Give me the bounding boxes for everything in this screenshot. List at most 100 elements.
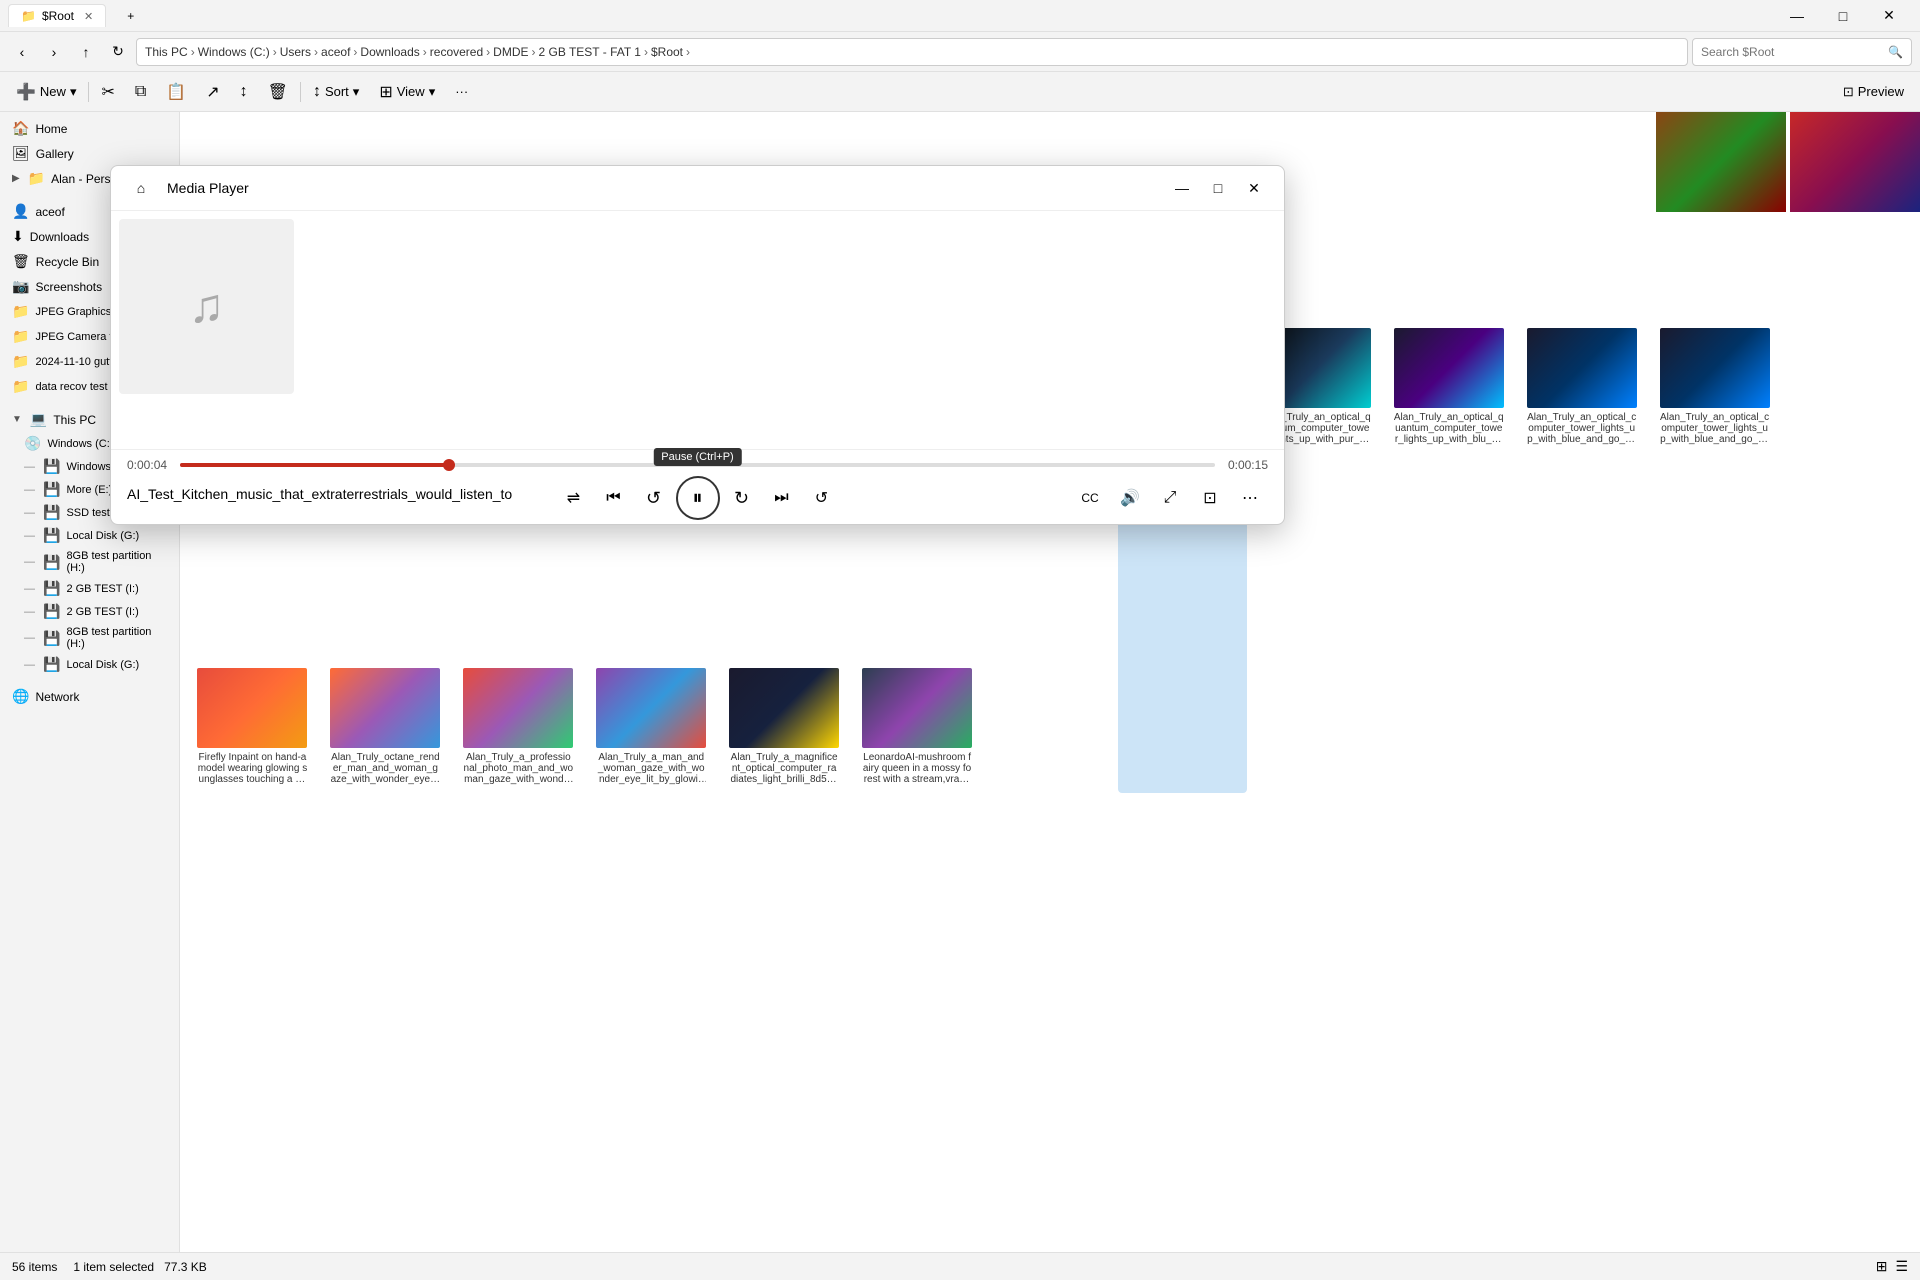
file-name: Alan_Truly_an_optical_computer_tower_lig… — [1660, 412, 1770, 445]
pause-icon: ⏸ — [693, 487, 703, 510]
mp-fullscreen-button[interactable]: ⤢ — [1152, 480, 1188, 516]
file-name: Alan_Truly_octane_render_man_and_woman_g… — [330, 752, 440, 785]
sidebar-8gb-h[interactable]: — 💾 8GB test partition (H:) — [0, 547, 179, 577]
delete-button[interactable]: 🗑 — [260, 78, 296, 106]
preview-button[interactable]: ⊡ Preview — [1835, 80, 1912, 104]
jpeg-camera-icon: 📁 — [12, 328, 29, 345]
sidebar-local-disk-g[interactable]: — 💾 Local Disk (G:) — [0, 524, 179, 547]
search-box[interactable]: 🔍 — [1692, 38, 1912, 66]
minimize-button[interactable]: — — [1774, 0, 1820, 32]
paste-button[interactable]: 📋 — [158, 78, 194, 106]
mp-pause-button[interactable]: ⏸ — [676, 476, 720, 520]
2gb-i-icon: 💾 — [43, 580, 60, 597]
mp-maximize-button[interactable]: □ — [1200, 174, 1236, 202]
forward-button[interactable]: › — [40, 38, 68, 66]
file-thumbnail — [463, 668, 573, 748]
tab-close[interactable]: ✕ — [84, 10, 93, 23]
new-button[interactable]: ➕ New ▾ — [8, 78, 84, 106]
more-button[interactable]: ··· — [447, 80, 476, 103]
mp-captions-button[interactable]: CC — [1072, 480, 1108, 516]
mp-rewind-button[interactable]: ↺ — [636, 480, 672, 516]
tab-label: $Root — [42, 9, 74, 23]
share-button[interactable]: ↗ — [198, 78, 227, 106]
list-item[interactable]: Alan_Truly_a_magnificent_optical_compute… — [720, 660, 849, 793]
folder-icon: 📁 — [28, 170, 45, 187]
close-button[interactable]: ✕ — [1866, 0, 1912, 32]
cut-button[interactable]: ✂ — [93, 78, 122, 106]
8gb-h2-icon: 💾 — [43, 630, 60, 647]
new-tab-button[interactable]: + — [114, 4, 147, 28]
list-item[interactable]: LeonardoAI-mushroom fairy queen in a mos… — [853, 660, 982, 793]
mp-progress-track[interactable] — [180, 463, 1215, 467]
move-button[interactable]: ↕ — [232, 79, 256, 105]
mp-home-icon: ⌂ — [137, 180, 145, 196]
mp-next-button[interactable]: ⏭ — [764, 480, 800, 516]
sidebar-local-disk-g2[interactable]: — 💾 Local Disk (G:) — [0, 653, 179, 676]
list-item[interactable]: Alan_Truly_octane_render_man_and_woman_g… — [321, 660, 450, 793]
window-controls: — □ ✕ — [1774, 0, 1912, 32]
downloads-icon: ⬇ — [12, 228, 24, 245]
mp-minimize-button[interactable]: — — [1164, 174, 1200, 202]
list-item[interactable]: Alan_Truly_a_professional_photo_man_and_… — [454, 660, 583, 793]
mp-close-button[interactable]: ✕ — [1236, 174, 1272, 202]
breadcrumb[interactable]: This PC › Windows (C:) › Users › aceof ›… — [136, 38, 1688, 66]
file-name: Alan_Truly_a_magnificent_optical_compute… — [729, 752, 839, 785]
mp-shuffle-button[interactable]: ⇌ — [556, 480, 592, 516]
mp-album-art: ♫ — [119, 219, 294, 394]
sidebar-8gb-h2[interactable]: — 💾 8GB test partition (H:) — [0, 623, 179, 653]
drive-c-icon: 💿 — [24, 435, 41, 452]
sidebar-2gb-i[interactable]: — 💾 2 GB TEST (I:) — [0, 577, 179, 600]
mp-prev-button[interactable]: ⏮ — [596, 480, 632, 516]
file-thumbnail — [330, 668, 440, 748]
view-button[interactable]: ⊞ View ▾ — [371, 78, 443, 106]
mp-progress-fill — [180, 463, 449, 467]
rewind-icon: ↺ — [646, 488, 661, 509]
list-item[interactable]: Alan_Truly_an_optical_computer_tower_lig… — [1517, 320, 1646, 793]
local-disk-g2-icon: 💾 — [43, 656, 60, 673]
refresh-button[interactable]: ↻ — [104, 38, 132, 66]
file-thumbnail — [729, 668, 839, 748]
sidebar-item-home[interactable]: 🏠 Home — [0, 116, 179, 141]
prev-icon: ⏮ — [606, 489, 620, 507]
file-name: Alan_Truly_a_professional_photo_man_and_… — [463, 752, 573, 785]
mp-progress-thumb[interactable] — [443, 459, 455, 471]
music-note-icon: ♫ — [189, 279, 225, 334]
list-item[interactable]: Alan_Truly_a_man_and_woman_gaze_with_won… — [587, 660, 716, 793]
mp-titlebar: ⌂ Media Player — □ ✕ — [111, 166, 1284, 211]
toolbar-divider-2 — [300, 82, 301, 102]
view-grid-button[interactable]: ⊞ — [1876, 1258, 1888, 1275]
up-button[interactable]: ↑ — [72, 38, 100, 66]
list-item[interactable]: Alan_Truly_an_optical_computer_tower_lig… — [1650, 320, 1779, 793]
status-bar: 56 items 1 item selected 77.3 KB ⊞ ☰ — [0, 1252, 1920, 1280]
sidebar-item-gallery[interactable]: 🖼 Gallery — [0, 141, 179, 166]
list-item[interactable]: Alan_Truly_an_optical_quantum_computer_t… — [1384, 320, 1513, 793]
8gb-h-icon: 💾 — [43, 554, 60, 571]
title-tab[interactable]: 📁 $Root ✕ — [8, 4, 106, 27]
mp-volume-button[interactable]: 🔊 — [1112, 480, 1148, 516]
list-item[interactable]: Firefly Inpaint on hand-a model wearing … — [188, 660, 317, 793]
file-name: Alan_Truly_an_optical_computer_tower_lig… — [1527, 412, 1637, 445]
mp-forward-button[interactable]: ↻ — [724, 480, 760, 516]
copy-button[interactable]: ⧉ — [127, 79, 154, 105]
fullscreen-icon: ⤢ — [1164, 489, 1177, 507]
mp-more-icon: ⋯ — [1242, 488, 1258, 508]
back-button[interactable]: ‹ — [8, 38, 36, 66]
maximize-button[interactable]: □ — [1820, 0, 1866, 32]
file-thumbnail — [596, 668, 706, 748]
sidebar-item-network[interactable]: 🌐 Network — [0, 684, 179, 709]
screenshots-icon: 📷 — [12, 278, 29, 295]
file-thumbnail — [1660, 328, 1770, 408]
mp-more-button[interactable]: ⋯ — [1232, 480, 1268, 516]
mp-cast-button[interactable]: ⊡ — [1192, 480, 1228, 516]
sidebar-2gb-i2[interactable]: — 💾 2 GB TEST (I:) — [0, 600, 179, 623]
mp-repeat-button[interactable]: ↺ — [804, 480, 840, 516]
jpeg-folder-icon: 📁 — [12, 303, 29, 320]
item-count: 56 items — [12, 1260, 57, 1274]
title-bar: 📁 $Root ✕ + — □ ✕ — [0, 0, 1920, 32]
file-name: Firefly Inpaint on hand-a model wearing … — [197, 752, 307, 785]
search-input[interactable] — [1701, 45, 1888, 59]
view-list-button[interactable]: ☰ — [1895, 1258, 1908, 1275]
file-name: Alan_Truly_a_man_and_woman_gaze_with_won… — [596, 752, 706, 785]
sort-button[interactable]: ↕ Sort ▾ — [305, 79, 367, 105]
mp-home-button[interactable]: ⌂ — [123, 174, 159, 202]
